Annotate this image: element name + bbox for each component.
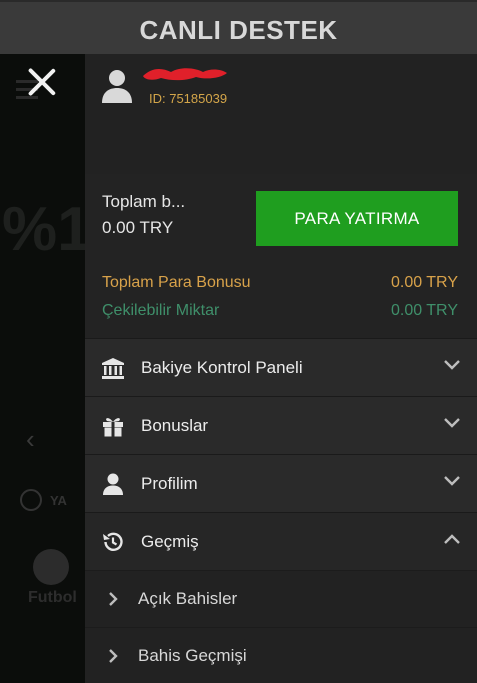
- withdrawable-label: Çekilebilir Miktar: [102, 302, 220, 319]
- balance-panel: Toplam b... 0.00 TRY PARA YATIRMA Toplam…: [85, 174, 477, 338]
- sport-label: Futbol: [28, 589, 77, 606]
- total-balance-label: Toplam b...: [102, 192, 186, 211]
- close-icon[interactable]: [24, 64, 60, 100]
- user-header: ID: 75185039: [85, 54, 477, 174]
- header-title: CANLI DESTEK: [139, 14, 338, 45]
- menu-item-history[interactable]: Geçmiş: [85, 512, 477, 570]
- background-side-text: YA: [50, 493, 67, 508]
- promo-fragment: %1: [2, 195, 85, 264]
- chevron-up-icon: [444, 534, 460, 544]
- football-icon: [33, 549, 69, 585]
- menu-item-balance-panel[interactable]: Bakiye Kontrol Paneli: [85, 338, 477, 396]
- chevron-down-icon: [444, 418, 460, 428]
- menu-item-label: Geçmiş: [141, 531, 199, 551]
- submenu-item-label: Açık Bahisler: [138, 589, 238, 608]
- menu-item-bonuses[interactable]: Bonuslar: [85, 396, 477, 454]
- chevron-down-icon: [444, 360, 460, 370]
- withdrawable-value: 0.00 TRY: [390, 302, 458, 319]
- account-drawer: ID: 75185039 Toplam b... 0.00 TRY PARA Y…: [85, 54, 477, 683]
- menu-item-profile[interactable]: Profilim: [85, 454, 477, 512]
- user-id: ID: 75185039: [149, 91, 228, 106]
- menu-item-label: Profilim: [141, 473, 198, 493]
- user-icon: [103, 473, 123, 495]
- bonus-label: Toplam Para Bonusu: [102, 274, 251, 291]
- gift-icon: [103, 418, 123, 437]
- chevron-right-icon: [109, 649, 118, 663]
- history-icon: [103, 532, 123, 551]
- account-menu: Bakiye Kontrol Paneli Bonuslar Profilim: [85, 338, 477, 683]
- redacted-username: [143, 68, 227, 81]
- submenu-item-label: Bahis Geçmişi: [138, 646, 247, 665]
- bonus-value: 0.00 TRY: [390, 274, 458, 291]
- submenu-item-bet-history[interactable]: Bahis Geçmişi: [85, 627, 477, 683]
- submenu-item-open-bets[interactable]: Açık Bahisler: [85, 570, 477, 627]
- live-support-header[interactable]: CANLI DESTEK: [0, 0, 477, 56]
- total-balance-value: 0.00 TRY: [102, 218, 174, 237]
- avatar-icon: [102, 70, 132, 103]
- bonus-row: Toplam Para Bonusu 0.00 TRY: [102, 274, 458, 292]
- add-icon: [20, 489, 42, 511]
- menu-item-label: Bakiye Kontrol Paneli: [141, 357, 303, 377]
- chevron-right-icon: [109, 592, 118, 606]
- chevron-down-icon: [444, 476, 460, 486]
- background-page: %1 ‹ YA Futbol: [0, 54, 85, 683]
- menu-item-label: Bonuslar: [141, 415, 209, 435]
- withdrawable-row: Çekilebilir Miktar 0.00 TRY: [102, 302, 458, 320]
- deposit-button[interactable]: PARA YATIRMA: [256, 191, 458, 246]
- bank-icon: [102, 358, 124, 379]
- chevron-left-icon: ‹: [26, 424, 35, 454]
